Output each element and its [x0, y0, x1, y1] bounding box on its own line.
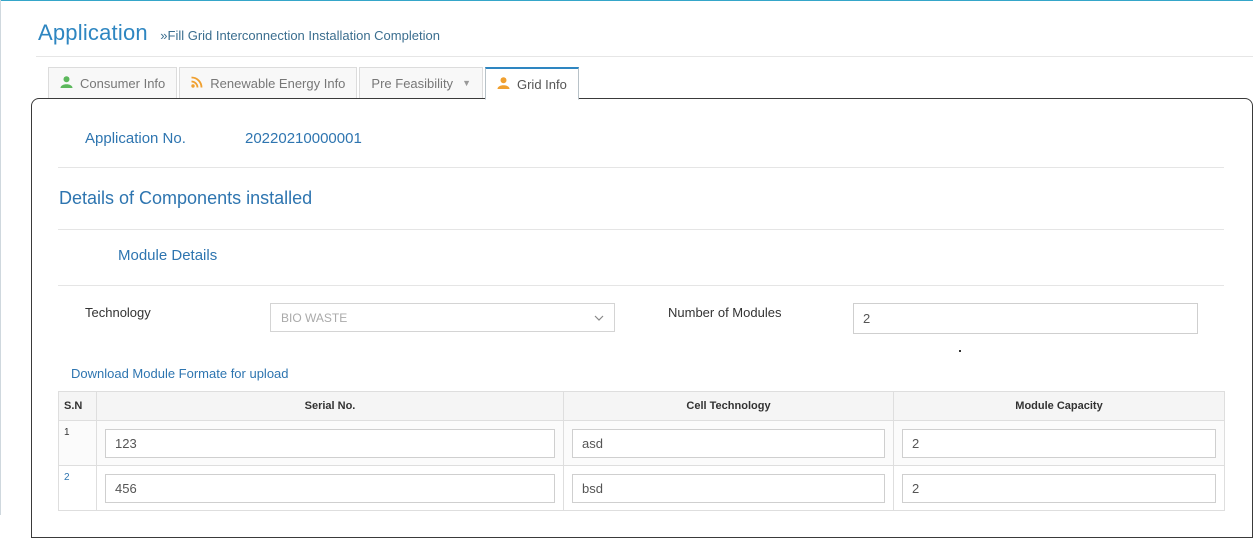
cell-technology-value: asd	[582, 435, 603, 451]
cell-technology-cell: bsd	[563, 465, 894, 511]
technology-label: Technology	[85, 305, 151, 320]
serial-cell: 123	[96, 420, 564, 466]
module-capacity-value: 2	[912, 480, 920, 496]
tab-label: Grid Info	[516, 76, 567, 92]
row-sn: 1	[58, 420, 97, 466]
column-header-serial-no: Serial No.	[96, 391, 564, 421]
table-row: 1 123 asd 2	[58, 420, 1225, 466]
tab-grid-info[interactable]: Grid Info	[484, 67, 579, 100]
column-header-module-capacity: Module Capacity	[893, 391, 1225, 421]
tab-label: Consumer Info	[80, 75, 166, 91]
cell-technology-cell: asd	[563, 420, 894, 466]
serial-no-input[interactable]: 123	[105, 428, 555, 458]
module-capacity-input[interactable]: 2	[902, 473, 1216, 503]
number-of-modules-label: Number of Modules	[668, 305, 782, 320]
chevron-down-icon	[594, 312, 604, 324]
divider	[58, 285, 1224, 286]
grid-info-panel: Application No. 20220210000001 Details o…	[31, 98, 1253, 538]
application-number-label: Application No.	[85, 130, 186, 147]
download-module-format-link[interactable]: Download Module Formate for upload	[71, 366, 289, 381]
divider	[58, 229, 1224, 230]
cell-technology-value: bsd	[582, 480, 603, 496]
cell-technology-input[interactable]: asd	[572, 428, 885, 458]
row-sn: 2	[58, 465, 97, 511]
user-icon	[497, 76, 510, 92]
tab-renewable-energy-info[interactable]: Renewable Energy Info	[179, 67, 358, 98]
section-title: Details of Components installed	[59, 188, 313, 208]
technology-selected-value: BIO WASTE	[281, 310, 348, 325]
serial-no-value: 123	[115, 435, 137, 451]
application-number-value: 20220210000001	[245, 130, 362, 147]
header-divider	[36, 56, 1253, 57]
module-capacity-cell: 2	[893, 420, 1225, 466]
serial-no-input[interactable]: 456	[105, 473, 555, 503]
page-header: Application »Fill Grid Interconnection I…	[38, 20, 440, 48]
column-header-cell-technology: Cell Technology	[563, 391, 894, 421]
user-icon	[60, 75, 73, 91]
tab-consumer-info[interactable]: Consumer Info	[48, 67, 178, 98]
module-table: S.N Serial No. Cell Technology Module Ca…	[58, 391, 1225, 511]
tab-label: Pre Feasibility	[371, 75, 454, 91]
module-capacity-value: 2	[912, 435, 920, 451]
tab-pre-feasibility[interactable]: Pre Feasibility ▼	[359, 67, 483, 98]
tab-label: Renewable Energy Info	[210, 75, 346, 91]
module-details-title: Module Details	[118, 247, 218, 264]
table-header-row: S.N Serial No. Cell Technology Module Ca…	[58, 391, 1225, 421]
serial-cell: 456	[96, 465, 564, 511]
module-capacity-input[interactable]: 2	[902, 428, 1216, 458]
module-capacity-cell: 2	[893, 465, 1225, 511]
top-border	[0, 0, 1253, 1]
stray-dot	[959, 350, 961, 352]
serial-no-value: 456	[115, 480, 137, 496]
cell-technology-input[interactable]: bsd	[572, 473, 885, 503]
number-of-modules-value: 2	[863, 311, 871, 326]
chevron-down-icon: ▼	[462, 78, 471, 88]
left-border	[0, 0, 1, 515]
breadcrumb: »Fill Grid Interconnection Installation …	[160, 28, 440, 43]
tab-bar: Consumer Info Renewable Energy Info Pre …	[48, 67, 581, 100]
divider	[58, 167, 1224, 168]
page-title: Application	[38, 20, 148, 45]
technology-select[interactable]: BIO WASTE	[270, 303, 615, 332]
number-of-modules-input[interactable]: 2	[853, 303, 1198, 334]
rss-icon	[191, 76, 203, 91]
application-number-row: Application No. 20220210000001	[85, 130, 362, 147]
table-row: 2 456 bsd 2	[58, 465, 1225, 511]
column-header-sn: S.N	[58, 391, 97, 421]
